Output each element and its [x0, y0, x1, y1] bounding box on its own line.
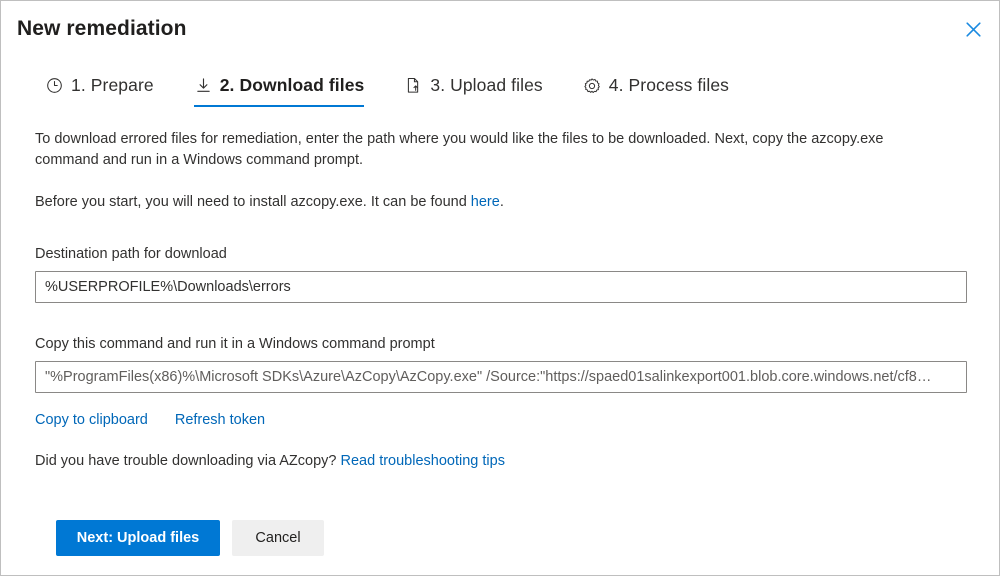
gear-icon [583, 76, 602, 95]
new-remediation-dialog: New remediation 1. Prepare [0, 0, 1000, 576]
copy-to-clipboard-link[interactable]: Copy to clipboard [35, 412, 148, 428]
install-note-suffix: . [500, 194, 504, 210]
tab-underline [194, 105, 365, 108]
refresh-token-link[interactable]: Refresh token [175, 412, 265, 428]
azcopy-command-input[interactable] [35, 361, 967, 393]
close-button[interactable] [957, 13, 989, 45]
tab-label: 1. Prepare [71, 75, 154, 96]
tab-prepare[interactable]: 1. Prepare [45, 73, 168, 107]
troubleshooting-question: Did you have trouble downloading via AZc… [35, 453, 341, 469]
page-title: New remediation [17, 17, 187, 41]
command-actions: Copy to clipboard Refresh token [35, 412, 965, 428]
cancel-button[interactable]: Cancel [232, 520, 324, 556]
tab-label: 2. Download files [220, 75, 365, 96]
tab-label: 4. Process files [609, 75, 729, 96]
tab-process-files[interactable]: 4. Process files [583, 73, 743, 107]
destination-path-label: Destination path for download [35, 246, 965, 262]
tab-underline [404, 105, 542, 107]
troubleshooting-tips-link[interactable]: Read troubleshooting tips [341, 453, 505, 469]
download-icon [194, 76, 213, 95]
tab-upload-files[interactable]: 3. Upload files [404, 73, 556, 107]
next-upload-files-button[interactable]: Next: Upload files [56, 520, 220, 556]
dialog-footer: Next: Upload files Cancel [56, 520, 324, 556]
tab-underline [45, 105, 154, 107]
intro-paragraph: To download errored files for remediatio… [35, 129, 915, 171]
dialog-body: To download errored files for remediatio… [35, 129, 965, 469]
troubleshooting-row: Did you have trouble downloading via AZc… [35, 453, 965, 469]
destination-path-input[interactable] [35, 271, 967, 303]
command-label: Copy this command and run it in a Window… [35, 336, 965, 352]
tab-underline [583, 105, 729, 107]
dialog-header: New remediation [1, 1, 999, 59]
close-icon [966, 22, 981, 37]
clock-icon [45, 76, 64, 95]
install-note: Before you start, you will need to insta… [35, 192, 915, 213]
azcopy-download-link[interactable]: here [471, 194, 500, 210]
tab-label: 3. Upload files [430, 75, 542, 96]
install-note-text: Before you start, you will need to insta… [35, 194, 471, 210]
wizard-tabs: 1. Prepare 2. Download files 3. Upload f… [45, 73, 743, 107]
tab-download-files[interactable]: 2. Download files [194, 73, 379, 107]
upload-file-icon [404, 76, 423, 95]
